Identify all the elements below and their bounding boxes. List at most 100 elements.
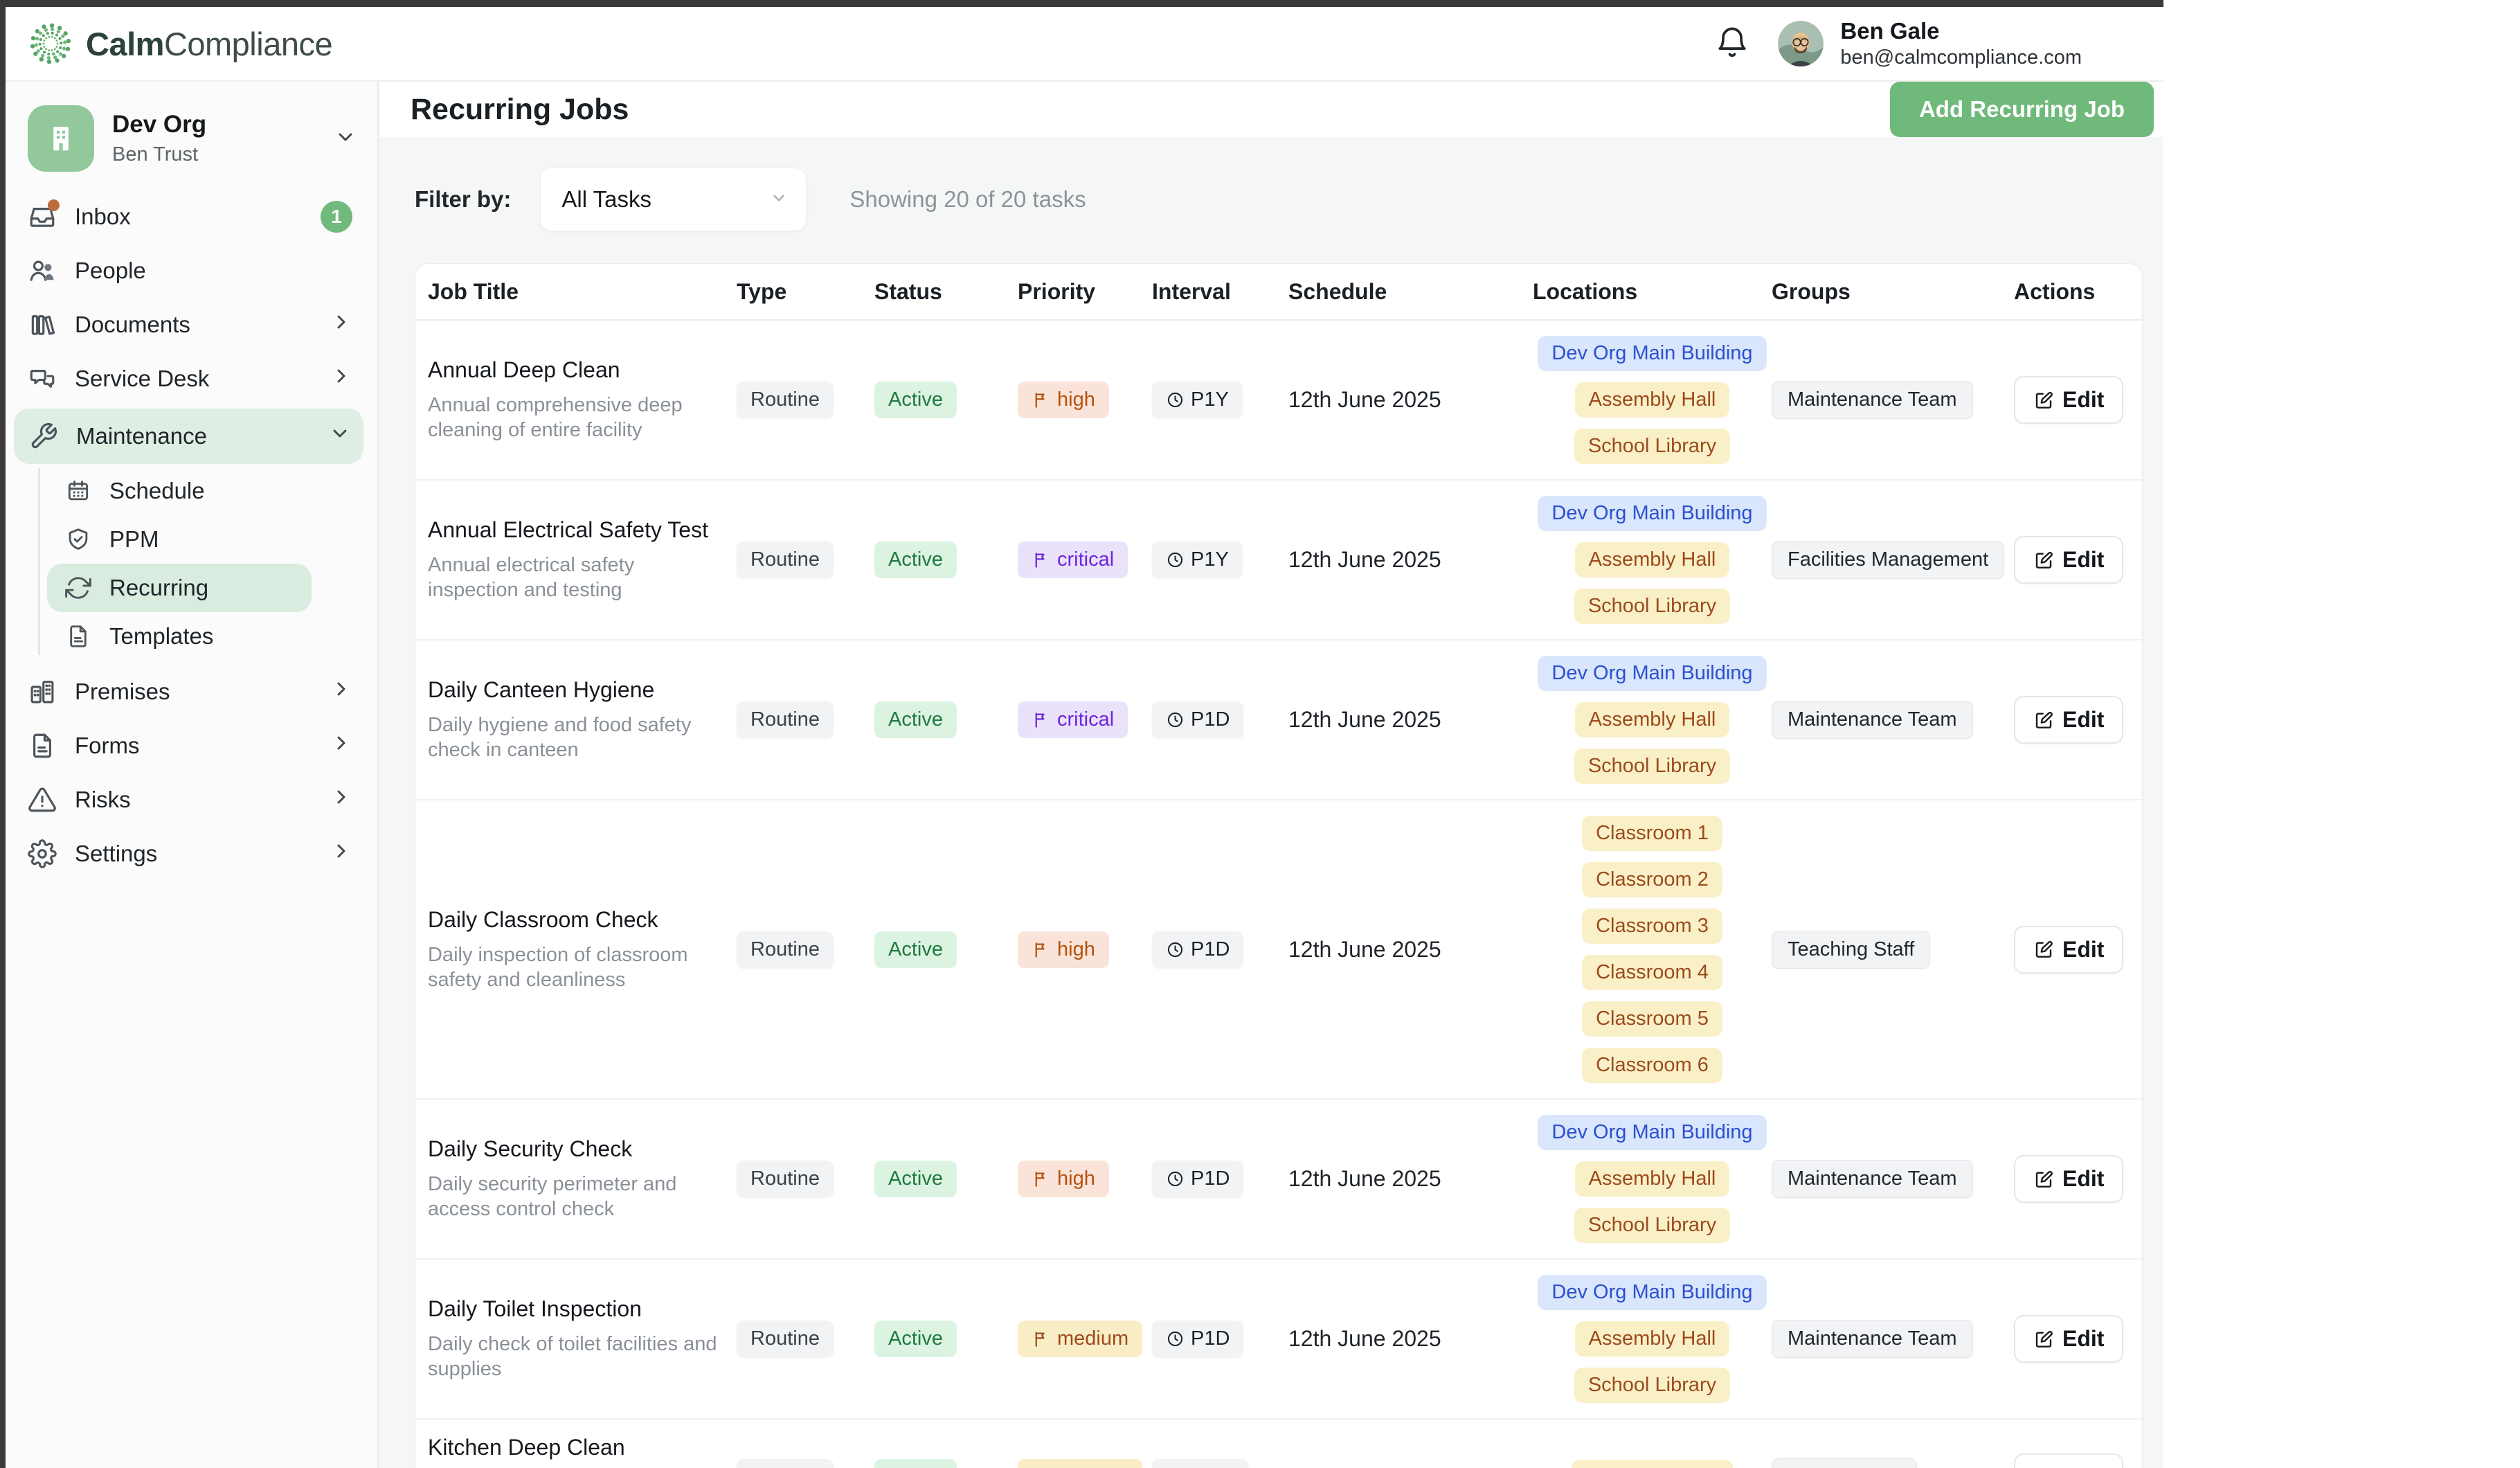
group-badge: Maintenance Team	[1772, 1320, 1973, 1358]
job-description: Annual comprehensive deep cleaning of en…	[428, 393, 737, 442]
type-badge: Routine	[737, 1161, 834, 1197]
type-badge: Routine	[737, 701, 834, 738]
task-filter-select[interactable]: All Tasks	[540, 168, 807, 231]
job-description: Daily security perimeter and access cont…	[428, 1172, 737, 1221]
edit-button[interactable]: Edit	[2014, 1453, 2123, 1468]
sidebar-item-label: Settings	[75, 841, 157, 867]
main-area: Recurring Jobs Add Recurring Job Filter …	[379, 82, 2163, 1468]
edit-button[interactable]: Edit	[2014, 1155, 2123, 1203]
recurring-jobs-table: Job Title Type Status Priority Interval …	[415, 263, 2143, 1468]
refresh-icon	[65, 575, 91, 601]
group-badge: Kitchen Staff	[1772, 1458, 1917, 1468]
clock-icon	[1166, 1170, 1185, 1188]
sidebar-item-forms[interactable]: Forms	[0, 719, 377, 773]
chevron-right-icon	[330, 311, 352, 339]
file-icon	[28, 731, 57, 760]
locations-cell: School Kitchen	[1533, 1460, 1772, 1468]
locations-cell: Classroom 1 Classroom 2 Classroom 3 Clas…	[1533, 816, 1772, 1083]
sidebar-item-ppm[interactable]: PPM	[0, 515, 377, 564]
add-recurring-job-button[interactable]: Add Recurring Job	[1890, 82, 2154, 137]
status-badge: Active	[874, 1321, 957, 1357]
column-header: Groups	[1772, 279, 2014, 305]
location-badge: Classroom 3	[1582, 908, 1722, 944]
table-row: Daily Classroom Check Daily inspection o…	[415, 800, 2142, 1100]
table-header: Job Title Type Status Priority Interval …	[415, 264, 2142, 321]
user-menu[interactable]: Ben Gale ben@calmcompliance.com	[1778, 18, 2082, 70]
sidebar-item-label: Forms	[75, 733, 140, 759]
priority-badge: high	[1018, 1161, 1109, 1197]
sidebar-item-inbox[interactable]: Inbox 1	[0, 190, 377, 244]
sidebar-item-documents[interactable]: Documents	[0, 298, 377, 352]
group-badge: Facilities Management	[1772, 541, 2004, 579]
interval-badge: P1Y	[1152, 541, 1243, 578]
location-badge: Classroom 1	[1582, 816, 1722, 851]
job-title: Daily Security Check	[428, 1136, 737, 1162]
sidebar-item-templates[interactable]: Templates	[0, 612, 377, 661]
maintenance-submenu: Schedule PPM Recurring	[0, 467, 377, 661]
warning-icon	[28, 785, 57, 814]
type-badge: Routine	[737, 1321, 834, 1357]
clock-icon	[1166, 391, 1185, 409]
sidebar-item-label: Risks	[75, 787, 131, 813]
sidebar-item-schedule[interactable]: Schedule	[0, 467, 377, 515]
interval-badge: P1Y	[1152, 382, 1243, 418]
edit-icon	[2033, 1329, 2054, 1350]
sidebar-item-settings[interactable]: Settings	[0, 827, 377, 881]
org-name: Dev Org	[112, 111, 206, 138]
flag-icon	[1032, 940, 1050, 959]
edit-button[interactable]: Edit	[2014, 1315, 2123, 1363]
flag-icon	[1032, 1170, 1050, 1188]
chevron-right-icon	[330, 732, 352, 760]
clock-icon	[1166, 550, 1185, 569]
app-window: CalmCompliance	[0, 0, 2163, 1468]
sidebar-item-label: PPM	[109, 526, 159, 553]
file-icon	[65, 623, 91, 650]
brand-logo-icon	[28, 21, 73, 66]
column-header: Type	[737, 279, 874, 305]
chevron-down-icon	[770, 186, 788, 213]
job-title: Daily Classroom Check	[428, 907, 737, 933]
schedule-date: 12th June 2025	[1288, 387, 1441, 412]
location-badge: Assembly Hall	[1575, 702, 1730, 737]
sidebar-item-label: Service Desk	[75, 366, 209, 392]
sidebar-item-service-desk[interactable]: Service Desk	[0, 352, 377, 406]
page-header: Recurring Jobs Add Recurring Job	[379, 82, 2163, 137]
edit-button[interactable]: Edit	[2014, 536, 2123, 584]
edit-button[interactable]: Edit	[2014, 696, 2123, 744]
status-badge: Active	[874, 382, 957, 418]
table-row: Annual Deep Clean Annual comprehensive d…	[415, 321, 2142, 481]
column-header: Schedule	[1288, 279, 1533, 305]
edit-button[interactable]: Edit	[2014, 376, 2123, 424]
sidebar-item-recurring[interactable]: Recurring	[47, 564, 312, 612]
schedule-date: 12th June 2025	[1288, 1166, 1441, 1191]
priority-badge: high	[1018, 931, 1109, 968]
flag-icon	[1032, 710, 1050, 729]
sidebar-item-risks[interactable]: Risks	[0, 773, 377, 827]
brand-name: CalmCompliance	[86, 25, 332, 63]
table-row: Daily Security Check Daily security peri…	[415, 1100, 2142, 1260]
sidebar-item-premises[interactable]: Premises	[0, 665, 377, 719]
interval-badge: P1W	[1152, 1459, 1248, 1468]
location-badge: Dev Org Main Building	[1538, 336, 1766, 371]
avatar[interactable]	[1778, 21, 1824, 66]
group-badge: Maintenance Team	[1772, 381, 1973, 419]
buildings-icon	[28, 677, 57, 706]
window-top-bar	[0, 0, 2163, 7]
job-description: Daily check of toilet facilities and sup…	[428, 1332, 737, 1381]
job-title: Daily Canteen Hygiene	[428, 677, 737, 703]
sidebar-item-label: People	[75, 258, 146, 284]
priority-badge: critical	[1018, 701, 1128, 738]
sidebar-item-people[interactable]: People	[0, 244, 377, 298]
sidebar-item-maintenance[interactable]: Maintenance	[14, 409, 363, 464]
notifications-bell-icon[interactable]	[1714, 24, 1750, 64]
edit-button[interactable]: Edit	[2014, 926, 2123, 974]
flag-icon	[1032, 1330, 1050, 1348]
org-selector[interactable]: Dev Org Ben Trust	[28, 105, 357, 172]
job-title: Annual Deep Clean	[428, 357, 737, 383]
locations-cell: Dev Org Main Building Assembly Hall Scho…	[1533, 496, 1772, 624]
results-count: Showing 20 of 20 tasks	[849, 186, 1086, 213]
job-title-cell: Daily Security Check Daily security peri…	[428, 1136, 737, 1221]
brand: CalmCompliance	[28, 21, 332, 66]
location-badge: Dev Org Main Building	[1538, 1115, 1766, 1150]
clock-icon	[1166, 940, 1185, 959]
